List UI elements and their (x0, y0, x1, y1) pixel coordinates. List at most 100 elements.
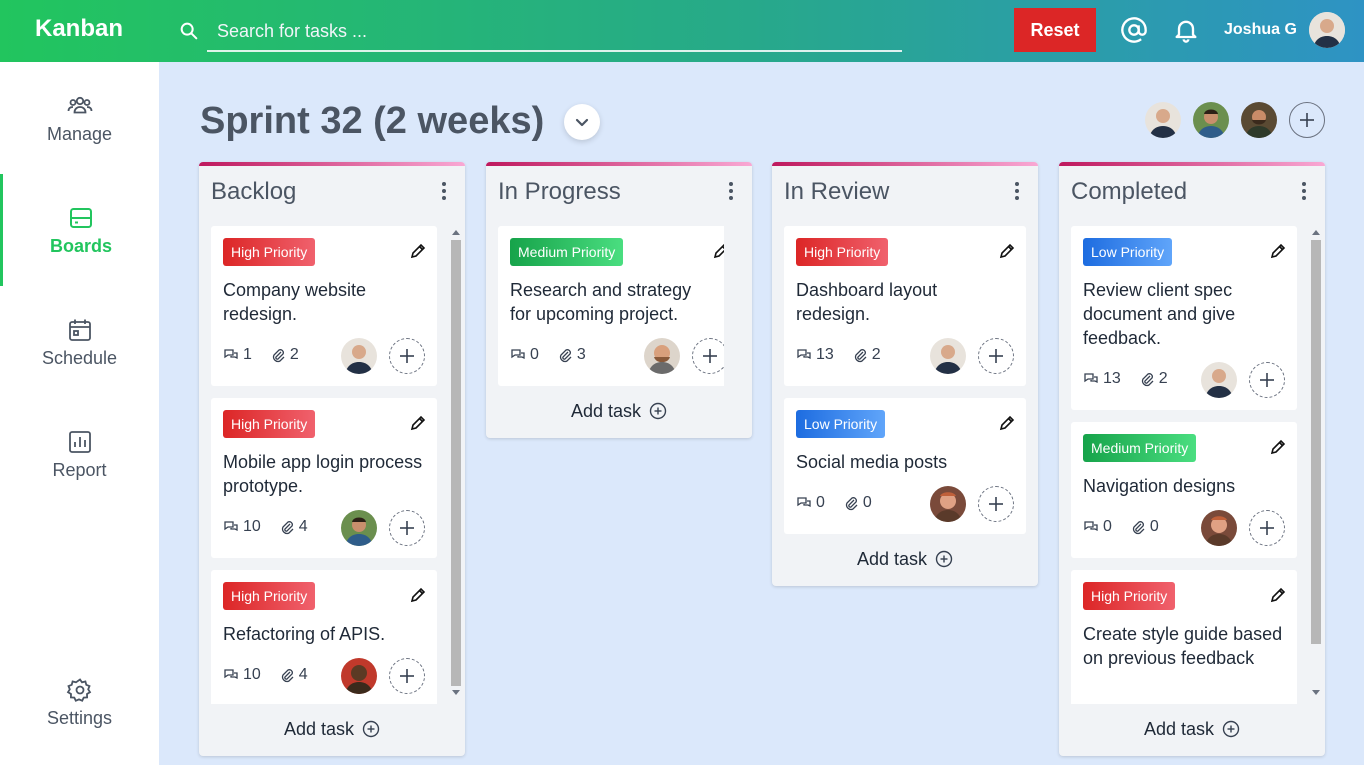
task-card[interactable]: High Priority Dashboard layout redesign.… (784, 226, 1026, 386)
paperclip-icon (272, 349, 285, 363)
task-title: Mobile app login process prototype. (223, 452, 423, 496)
board-member-avatar[interactable] (1193, 102, 1229, 138)
column-card-list: High Priority Dashboard layout redesign.… (784, 226, 1026, 534)
chevron-down-icon (575, 118, 589, 127)
task-meta: 1 2 (223, 346, 299, 364)
column-menu-icon[interactable] (441, 182, 447, 200)
column-menu-icon[interactable] (1014, 182, 1020, 200)
add-task-label: Add task (1143, 718, 1215, 739)
sidebar-item-settings[interactable]: Settings (0, 646, 159, 758)
search-icon (180, 22, 198, 40)
assignee-avatar[interactable] (930, 486, 966, 522)
add-member-button[interactable] (1289, 102, 1325, 138)
attachment-count: 0 (862, 494, 872, 511)
add-assignee-button[interactable] (389, 658, 425, 694)
paperclip-icon (559, 349, 572, 363)
priority-badge: Medium Priority (510, 238, 624, 266)
paperclip-icon (281, 669, 294, 683)
column-card-list: High Priority Company website redesign. … (211, 226, 437, 704)
assignee-avatar[interactable] (1201, 510, 1237, 546)
column-scrollbar[interactable] (1311, 230, 1321, 700)
add-task-button[interactable]: Add task (486, 396, 752, 426)
task-card[interactable]: Medium Priority Research and strategy fo… (498, 226, 724, 386)
assignee-avatar[interactable] (341, 510, 377, 546)
add-assignee-button[interactable] (1249, 362, 1285, 398)
pencil-icon[interactable] (409, 414, 427, 432)
paperclip-icon (1132, 521, 1145, 535)
assignee-avatar[interactable] (644, 338, 680, 374)
comment-count: 1 (243, 346, 252, 363)
assignee-avatar[interactable] (341, 338, 377, 374)
pencil-icon[interactable] (409, 586, 427, 604)
task-card[interactable]: High Priority Company website redesign. … (211, 226, 437, 386)
pencil-icon[interactable] (1269, 242, 1287, 260)
column-title: Backlog (211, 178, 297, 205)
comment-count: 10 (243, 518, 261, 535)
column-backlog: Backlog High Priority Company website re… (199, 162, 465, 756)
column-menu-icon[interactable] (1301, 182, 1307, 200)
add-assignee-button[interactable] (389, 338, 425, 374)
add-task-button[interactable]: Add task (1059, 714, 1325, 744)
column-menu-icon[interactable] (728, 182, 734, 200)
assignee-avatar[interactable] (1201, 362, 1237, 398)
task-card[interactable]: High Priority Refactoring of APIS. 10 4 (211, 570, 437, 704)
brand-logo[interactable]: Kanban (35, 15, 123, 43)
plus-icon (1260, 521, 1274, 535)
sidebar-item-manage[interactable]: Manage (0, 62, 159, 174)
sidebar-item-report[interactable]: Report (0, 398, 159, 510)
plus-icon (989, 497, 1003, 511)
add-assignee-button[interactable] (978, 338, 1014, 374)
task-card[interactable]: Low Priority Review client spec document… (1071, 226, 1297, 410)
pencil-icon[interactable] (1269, 438, 1287, 456)
sidebar-item-boards[interactable]: Boards (0, 174, 159, 286)
attachment-count: 2 (871, 346, 881, 363)
plus-icon (1300, 113, 1314, 127)
reset-button[interactable]: Reset (1014, 8, 1096, 52)
priority-badge: Low Priority (1083, 238, 1173, 266)
add-task-label: Add task (856, 548, 928, 569)
comment-count: 0 (530, 346, 539, 363)
task-card[interactable]: High Priority Mobile app login process p… (211, 398, 437, 558)
comment-count: 10 (243, 666, 261, 683)
add-assignee-button[interactable] (389, 510, 425, 546)
bell-icon[interactable] (1172, 16, 1200, 44)
pencil-icon[interactable] (998, 242, 1016, 260)
column-scrollbar[interactable] (451, 230, 461, 700)
boards-icon (70, 207, 92, 228)
sidebar-item-schedule[interactable]: Schedule (0, 286, 159, 398)
search-input[interactable] (207, 12, 902, 52)
mentions-icon[interactable] (1120, 16, 1148, 44)
attachment-count: 0 (1149, 518, 1159, 535)
comments-icon (797, 497, 811, 508)
add-assignee-button[interactable] (692, 338, 724, 374)
pencil-icon[interactable] (712, 242, 724, 260)
assignee-avatar[interactable] (930, 338, 966, 374)
priority-badge: Low Priority (796, 410, 886, 438)
attachment-count: 4 (298, 518, 308, 535)
column-title: In Review (784, 178, 890, 205)
assignee-avatar[interactable] (341, 658, 377, 694)
user-avatar[interactable] (1309, 12, 1345, 48)
plus-circle-icon (362, 720, 380, 738)
sidebar-item-label: Boards (49, 235, 112, 256)
board-member-avatar[interactable] (1145, 102, 1181, 138)
add-task-button[interactable]: Add task (199, 714, 465, 744)
priority-badge: High Priority (223, 238, 316, 266)
column-title: In Progress (498, 178, 621, 205)
sidebar-item-label: Schedule (41, 347, 118, 368)
add-assignee-button[interactable] (1249, 510, 1285, 546)
pencil-icon[interactable] (409, 242, 427, 260)
add-task-button[interactable]: Add task (772, 544, 1038, 574)
pencil-icon[interactable] (1269, 586, 1287, 604)
task-card[interactable]: Medium Priority Navigation designs 0 0 (1071, 422, 1297, 558)
pencil-icon[interactable] (998, 414, 1016, 432)
task-card[interactable]: High Priority Create style guide based o… (1071, 570, 1297, 704)
board-dropdown-button[interactable] (564, 104, 600, 140)
user-name[interactable]: Joshua G (1224, 21, 1297, 39)
task-card[interactable]: Low Priority Social media posts 0 0 (784, 398, 1026, 534)
sidebar-item-label: Manage (46, 123, 113, 144)
comment-count: 13 (1103, 370, 1121, 387)
add-assignee-button[interactable] (978, 486, 1014, 522)
board-member-avatar[interactable] (1241, 102, 1277, 138)
comments-icon (1084, 521, 1098, 532)
